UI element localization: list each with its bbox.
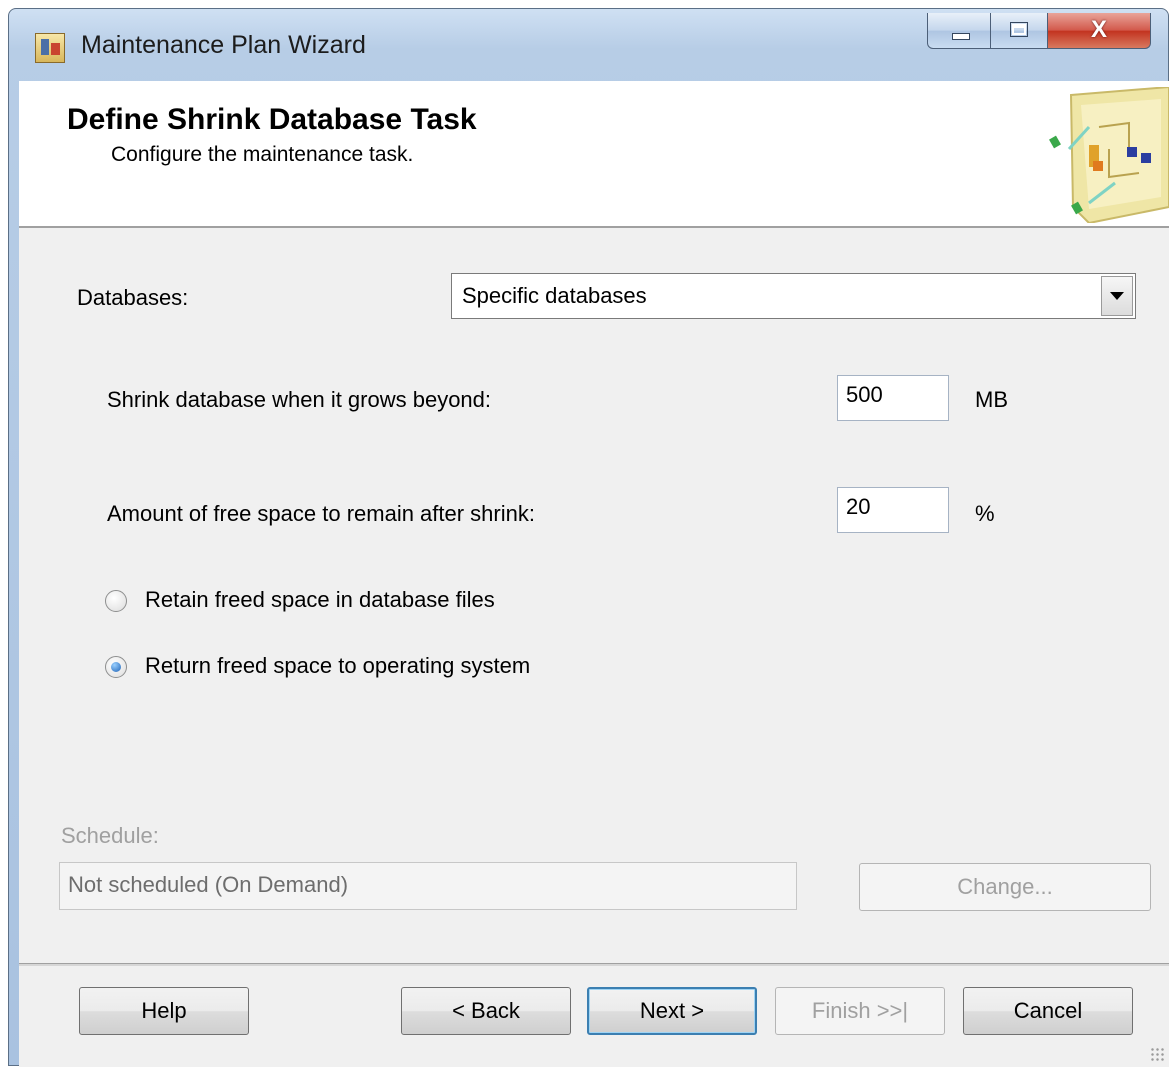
free-space-label: Amount of free space to remain after shr… [107,501,535,526]
free-space-input[interactable]: 20 [837,487,949,533]
maintenance-plan-icon [35,33,65,63]
databases-label: Databases: [77,285,189,310]
maximize-icon [1010,22,1028,37]
schedule-field: Not scheduled (On Demand) [59,862,797,910]
back-button[interactable]: < Back [401,987,571,1035]
title-bar[interactable]: Maintenance Plan Wizard X [9,9,1168,81]
shrink-threshold-unit: MB [975,387,1008,412]
retain-space-radio[interactable] [105,590,127,612]
wizard-header: Define Shrink Database Task Configure th… [19,81,1169,228]
free-space-unit: % [975,501,995,526]
finish-button[interactable]: Finish >>| [775,987,945,1035]
minimize-button[interactable] [927,13,991,49]
databases-combobox[interactable]: Specific databases [451,273,1136,319]
shrink-threshold-input[interactable]: 500 [837,375,949,421]
maintenance-plan-wizard-window: Maintenance Plan Wizard X Define Shrink … [8,8,1169,1067]
close-button[interactable]: X [1047,13,1151,49]
dialog-client-area: Define Shrink Database Task Configure th… [19,81,1169,1067]
close-icon: X [1090,16,1107,43]
chevron-down-icon[interactable] [1101,276,1133,316]
minimize-icon [952,33,970,40]
databases-combobox-value: Specific databases [462,283,647,308]
wizard-graphic-icon [1049,87,1169,223]
next-button[interactable]: Next > [587,987,757,1035]
shrink-threshold-label: Shrink database when it grows beyond: [107,387,492,412]
page-title: Define Shrink Database Task [67,103,477,136]
cancel-button[interactable]: Cancel [963,987,1133,1035]
resize-grip[interactable] [1150,1047,1164,1061]
change-schedule-button[interactable]: Change... [859,863,1151,911]
retain-space-label[interactable]: Retain freed space in database files [145,587,495,613]
page-subtitle: Configure the maintenance task. [111,143,414,166]
help-button[interactable]: Help [79,987,249,1035]
schedule-value: Not scheduled (On Demand) [68,872,349,897]
schedule-label: Schedule: [61,823,159,848]
return-space-label[interactable]: Return freed space to operating system [145,653,530,679]
window-title: Maintenance Plan Wizard [81,31,366,59]
footer-separator [19,963,1169,966]
maximize-button[interactable] [990,13,1048,49]
return-space-radio[interactable] [105,656,127,678]
